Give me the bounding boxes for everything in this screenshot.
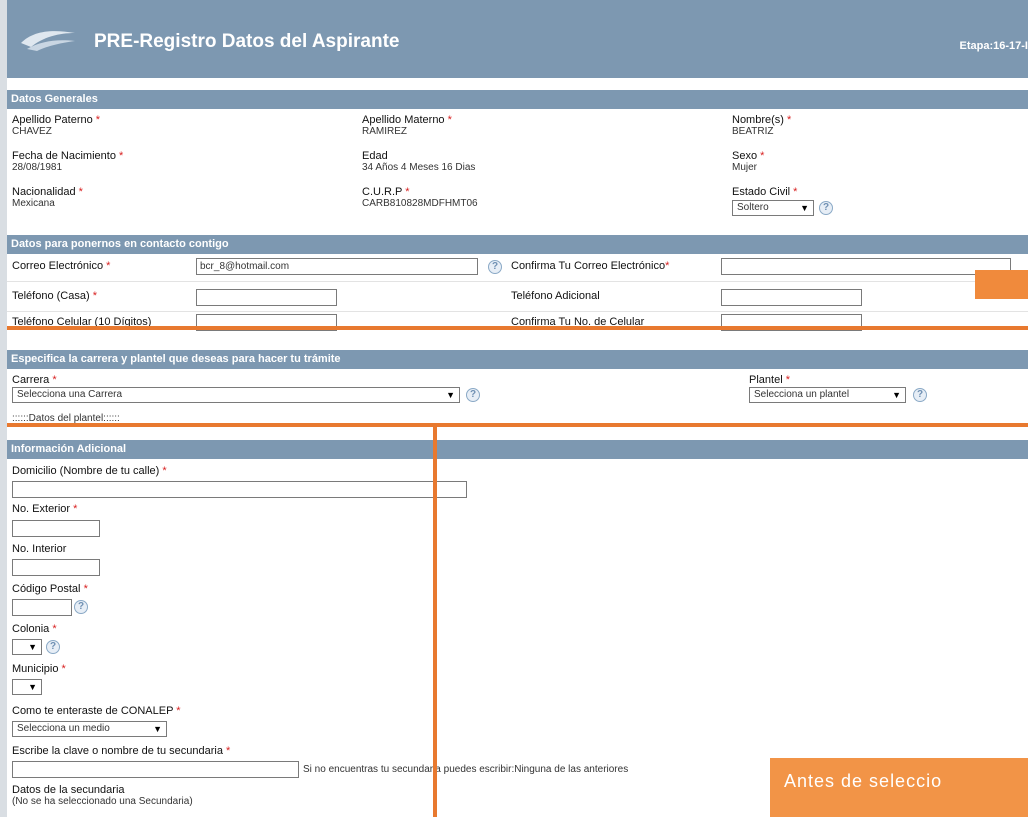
- domicilio-label: Domicilio (Nombre de tu calle) *: [12, 465, 167, 477]
- page-header: PRE-Registro Datos del Aspirante Etapa:1…: [7, 0, 1028, 78]
- colonia-label: Colonia *: [12, 623, 57, 635]
- sexo-value: Mujer: [732, 162, 758, 173]
- domicilio-input[interactable]: [12, 481, 467, 498]
- datos-secundaria-value: (No se ha seleccionado una Secundaria): [12, 796, 193, 807]
- help-icon[interactable]: ?: [466, 388, 480, 402]
- carrera-label: Carrera *: [12, 374, 57, 386]
- nombre-value: BEATRIZ: [732, 126, 774, 137]
- chevron-down-icon: ▼: [446, 390, 455, 400]
- apellido-materno-label: Apellido Materno *: [362, 114, 452, 126]
- section-carrera: Especifica la carrera y plantel que dese…: [7, 350, 1028, 369]
- chevron-down-icon: ▼: [153, 724, 162, 734]
- highlight-top-line: [7, 326, 1028, 330]
- estado-civil-label: Estado Civil *: [732, 186, 798, 198]
- sexo-label: Sexo *: [732, 150, 765, 162]
- carrera-select[interactable]: Selecciona una Carrera ▼: [12, 387, 460, 403]
- nacionalidad-value: Mexicana: [12, 198, 55, 209]
- highlight-bottom-line: [7, 423, 1028, 427]
- section-datos-generales: Datos Generales: [7, 90, 1028, 109]
- chevron-down-icon: ▼: [28, 642, 37, 652]
- curp-value: CARB810828MDFHMT06: [362, 198, 478, 209]
- no-exterior-label: No. Exterior *: [12, 503, 78, 515]
- fecha-nacimiento-label: Fecha de Nacimiento *: [12, 150, 124, 162]
- conalep-logo-icon: [21, 31, 75, 51]
- help-icon[interactable]: ?: [819, 201, 833, 215]
- secundaria-label: Escribe la clave o nombre de tu secundar…: [12, 745, 231, 757]
- help-icon[interactable]: ?: [46, 640, 60, 654]
- row-divider: [7, 281, 1028, 282]
- registration-page: PRE-Registro Datos del Aspirante Etapa:1…: [7, 0, 1028, 817]
- etapa-label: Etapa:16-17-I: [959, 40, 1028, 52]
- codigo-postal-input[interactable]: [12, 599, 72, 616]
- conalep-select[interactable]: Selecciona un medio ▼: [12, 721, 167, 737]
- chevron-down-icon: ▼: [28, 682, 37, 692]
- confirma-correo-label: Confirma Tu Correo Electrónico*: [511, 260, 670, 272]
- secundaria-hint: Si no encuentras tu secundaria puedes es…: [303, 764, 629, 775]
- apellido-paterno-label: Apellido Paterno *: [12, 114, 101, 126]
- help-icon[interactable]: ?: [74, 600, 88, 614]
- municipio-label: Municipio *: [12, 663, 66, 675]
- telefono-casa-input[interactable]: [196, 289, 337, 306]
- estado-civil-select[interactable]: Soltero ▼: [732, 200, 814, 216]
- chevron-down-icon: ▼: [800, 203, 809, 213]
- apellido-paterno-value: CHAVEZ: [12, 126, 52, 137]
- row-divider: [7, 311, 1028, 312]
- curp-label: C.U.R.P *: [362, 186, 410, 198]
- municipio-select[interactable]: ▼: [12, 679, 42, 695]
- correo-input[interactable]: bcr_8@hotmail.com: [196, 258, 478, 275]
- no-interior-input[interactable]: [12, 559, 100, 576]
- conalep-label: Como te enteraste de CONALEP *: [12, 705, 181, 717]
- edad-label: Edad: [362, 150, 388, 162]
- colonia-select[interactable]: ▼: [12, 639, 42, 655]
- no-exterior-input[interactable]: [12, 520, 100, 537]
- secundaria-input[interactable]: [12, 761, 299, 778]
- telefono-adicional-label: Teléfono Adicional: [511, 290, 600, 302]
- plantel-label: Plantel *: [749, 374, 790, 386]
- chevron-down-icon: ▼: [892, 390, 901, 400]
- datos-secundaria-label: Datos de la secundaria: [12, 784, 125, 796]
- correo-label: Correo Electrónico *: [12, 260, 111, 272]
- apellido-materno-value: RAMIREZ: [362, 126, 407, 137]
- section-contacto: Datos para ponernos en contacto contigo: [7, 235, 1028, 254]
- instruction-callout: Antes de seleccio: [770, 758, 1028, 817]
- edad-value: 34 Años 4 Meses 16 Dias: [362, 162, 476, 173]
- highlight-pointer-line: [433, 427, 437, 817]
- telefono-casa-label: Teléfono (Casa) *: [12, 290, 97, 302]
- page-title: PRE-Registro Datos del Aspirante: [94, 31, 400, 52]
- telefono-adicional-input[interactable]: [721, 289, 862, 306]
- help-icon[interactable]: ?: [913, 388, 927, 402]
- no-interior-label: No. Interior: [12, 543, 67, 555]
- codigo-postal-label: Código Postal *: [12, 583, 88, 595]
- confirma-correo-input[interactable]: [721, 258, 1011, 275]
- nacionalidad-label: Nacionalidad *: [12, 186, 83, 198]
- plantel-select[interactable]: Selecciona un plantel ▼: [749, 387, 906, 403]
- section-informacion-adicional: Información Adicional: [7, 440, 1028, 459]
- nombre-label: Nombre(s) *: [732, 114, 792, 126]
- fecha-nacimiento-value: 28/08/1981: [12, 162, 63, 173]
- orange-highlight-block: [975, 270, 1028, 299]
- help-icon[interactable]: ?: [488, 260, 502, 274]
